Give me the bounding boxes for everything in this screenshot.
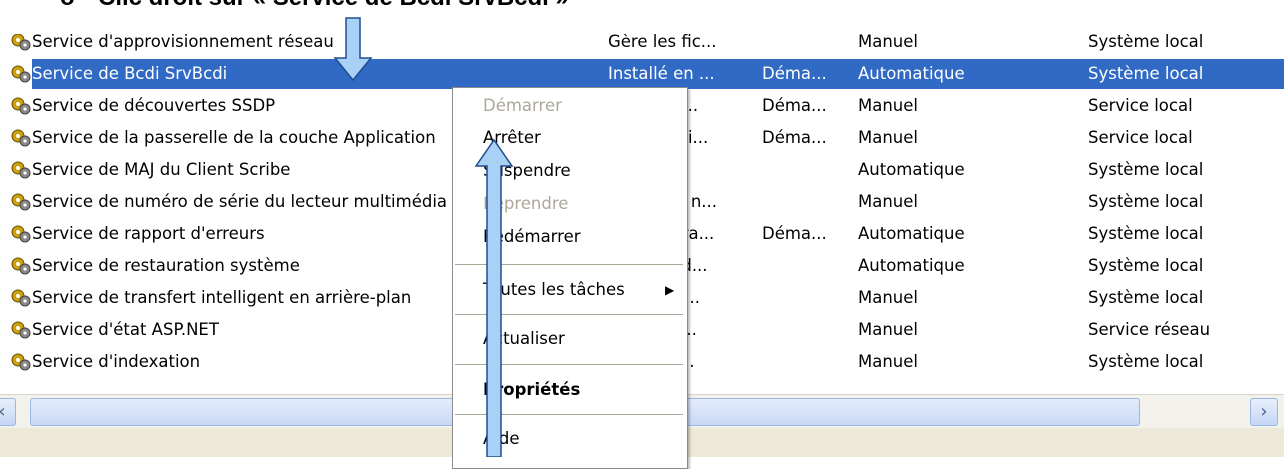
service-startup: Manuel [858, 320, 918, 339]
service-name: Service d'indexation [32, 352, 201, 371]
gear-icon [10, 160, 32, 180]
service-account: Service local [1088, 96, 1193, 115]
service-startup: Automatique [858, 256, 965, 275]
gear-icon [10, 320, 32, 340]
service-description: Gère les fic... [608, 34, 717, 51]
gear-icon [10, 128, 32, 148]
service-name: Service de rapport d'erreurs [32, 224, 265, 243]
gear-icon [10, 224, 32, 244]
service-name: Service de la passerelle de la couche Ap… [32, 128, 436, 147]
menu-separator [455, 314, 683, 315]
heading-quoted: « Service de Bcdi SrvBcdi » [253, 0, 569, 11]
service-account: Système local [1088, 256, 1204, 275]
scroll-right-button[interactable]: › [1250, 398, 1278, 426]
gear-icon [10, 192, 32, 212]
context-menu: Démarrer Arrêter Suspendre Reprendre Red… [452, 87, 688, 469]
menu-item-restart[interactable]: Redémarrer [483, 227, 581, 246]
gear-icon [10, 256, 32, 276]
service-name: Service de restauration système [32, 256, 300, 275]
menu-item-help[interactable]: Aide [483, 429, 520, 448]
service-row[interactable]: Service d'approvisionnement réseau Gère l… [0, 34, 1284, 58]
service-startup: Manuel [858, 96, 918, 115]
gear-icon [10, 34, 32, 52]
service-row[interactable]: Service de Bcdi SrvBcdi Installé en ... Dé… [0, 58, 1284, 90]
menu-separator [455, 264, 683, 265]
menu-item-stop[interactable]: Arrêter [483, 128, 541, 147]
service-account: Système local [1088, 288, 1204, 307]
service-name: Service d'état ASP.NET [32, 320, 219, 339]
menu-item-refresh[interactable]: Actualiser [483, 329, 565, 348]
service-status: Déma... [762, 128, 827, 147]
scroll-left-button[interactable]: ‹ [0, 398, 16, 426]
service-name: Service de numéro de série du lecteur mu… [32, 192, 448, 211]
submenu-arrow-icon: ▶ [665, 283, 675, 297]
service-account: Système local [1088, 160, 1204, 179]
service-startup: Automatique [858, 224, 965, 243]
service-account: Système local [1088, 64, 1204, 83]
service-name: Service de Bcdi SrvBcdi [32, 64, 228, 83]
menu-item-start[interactable]: Démarrer [483, 96, 562, 115]
service-account: Système local [1088, 224, 1204, 243]
service-name: Service d'approvisionnement réseau [32, 34, 334, 51]
heading-prefix: Clic droit sur [98, 0, 253, 11]
service-account: Service réseau [1088, 320, 1211, 339]
service-name: Service de découvertes SSDP [32, 96, 276, 115]
service-startup: Manuel [858, 192, 918, 211]
service-startup: Manuel [858, 128, 918, 147]
service-account: Service local [1088, 128, 1193, 147]
service-startup: Manuel [858, 288, 918, 307]
menu-separator [455, 364, 683, 365]
menu-item-resume[interactable]: Reprendre [483, 194, 568, 213]
heading-bullet: o [60, 0, 98, 12]
gear-icon [10, 96, 32, 116]
service-startup: Automatique [858, 64, 965, 83]
service-account: Système local [1088, 352, 1204, 371]
tutorial-heading: oClic droit sur « Service de Bcdi SrvBcd… [60, 0, 569, 18]
service-name: Service de MAJ du Client Scribe [32, 160, 291, 179]
service-account: Système local [1088, 192, 1204, 211]
service-startup: Manuel [858, 352, 918, 371]
menu-item-properties[interactable]: Propriétés [483, 380, 580, 399]
service-status: Déma... [762, 96, 827, 115]
service-account: Système local [1088, 34, 1204, 51]
gear-icon [10, 64, 32, 84]
menu-item-pause[interactable]: Suspendre [483, 161, 571, 180]
menu-separator [455, 414, 683, 415]
service-description: Installé en ... [608, 64, 715, 83]
gear-icon [10, 352, 32, 372]
service-status: Déma... [762, 224, 827, 243]
service-startup: Automatique [858, 160, 965, 179]
menu-item-all-tasks[interactable]: Toutes les tâches [483, 280, 625, 299]
service-status: Déma... [762, 64, 827, 83]
service-name: Service de transfert intelligent en arri… [32, 288, 412, 307]
gear-icon [10, 288, 32, 308]
service-startup: Manuel [858, 34, 918, 51]
